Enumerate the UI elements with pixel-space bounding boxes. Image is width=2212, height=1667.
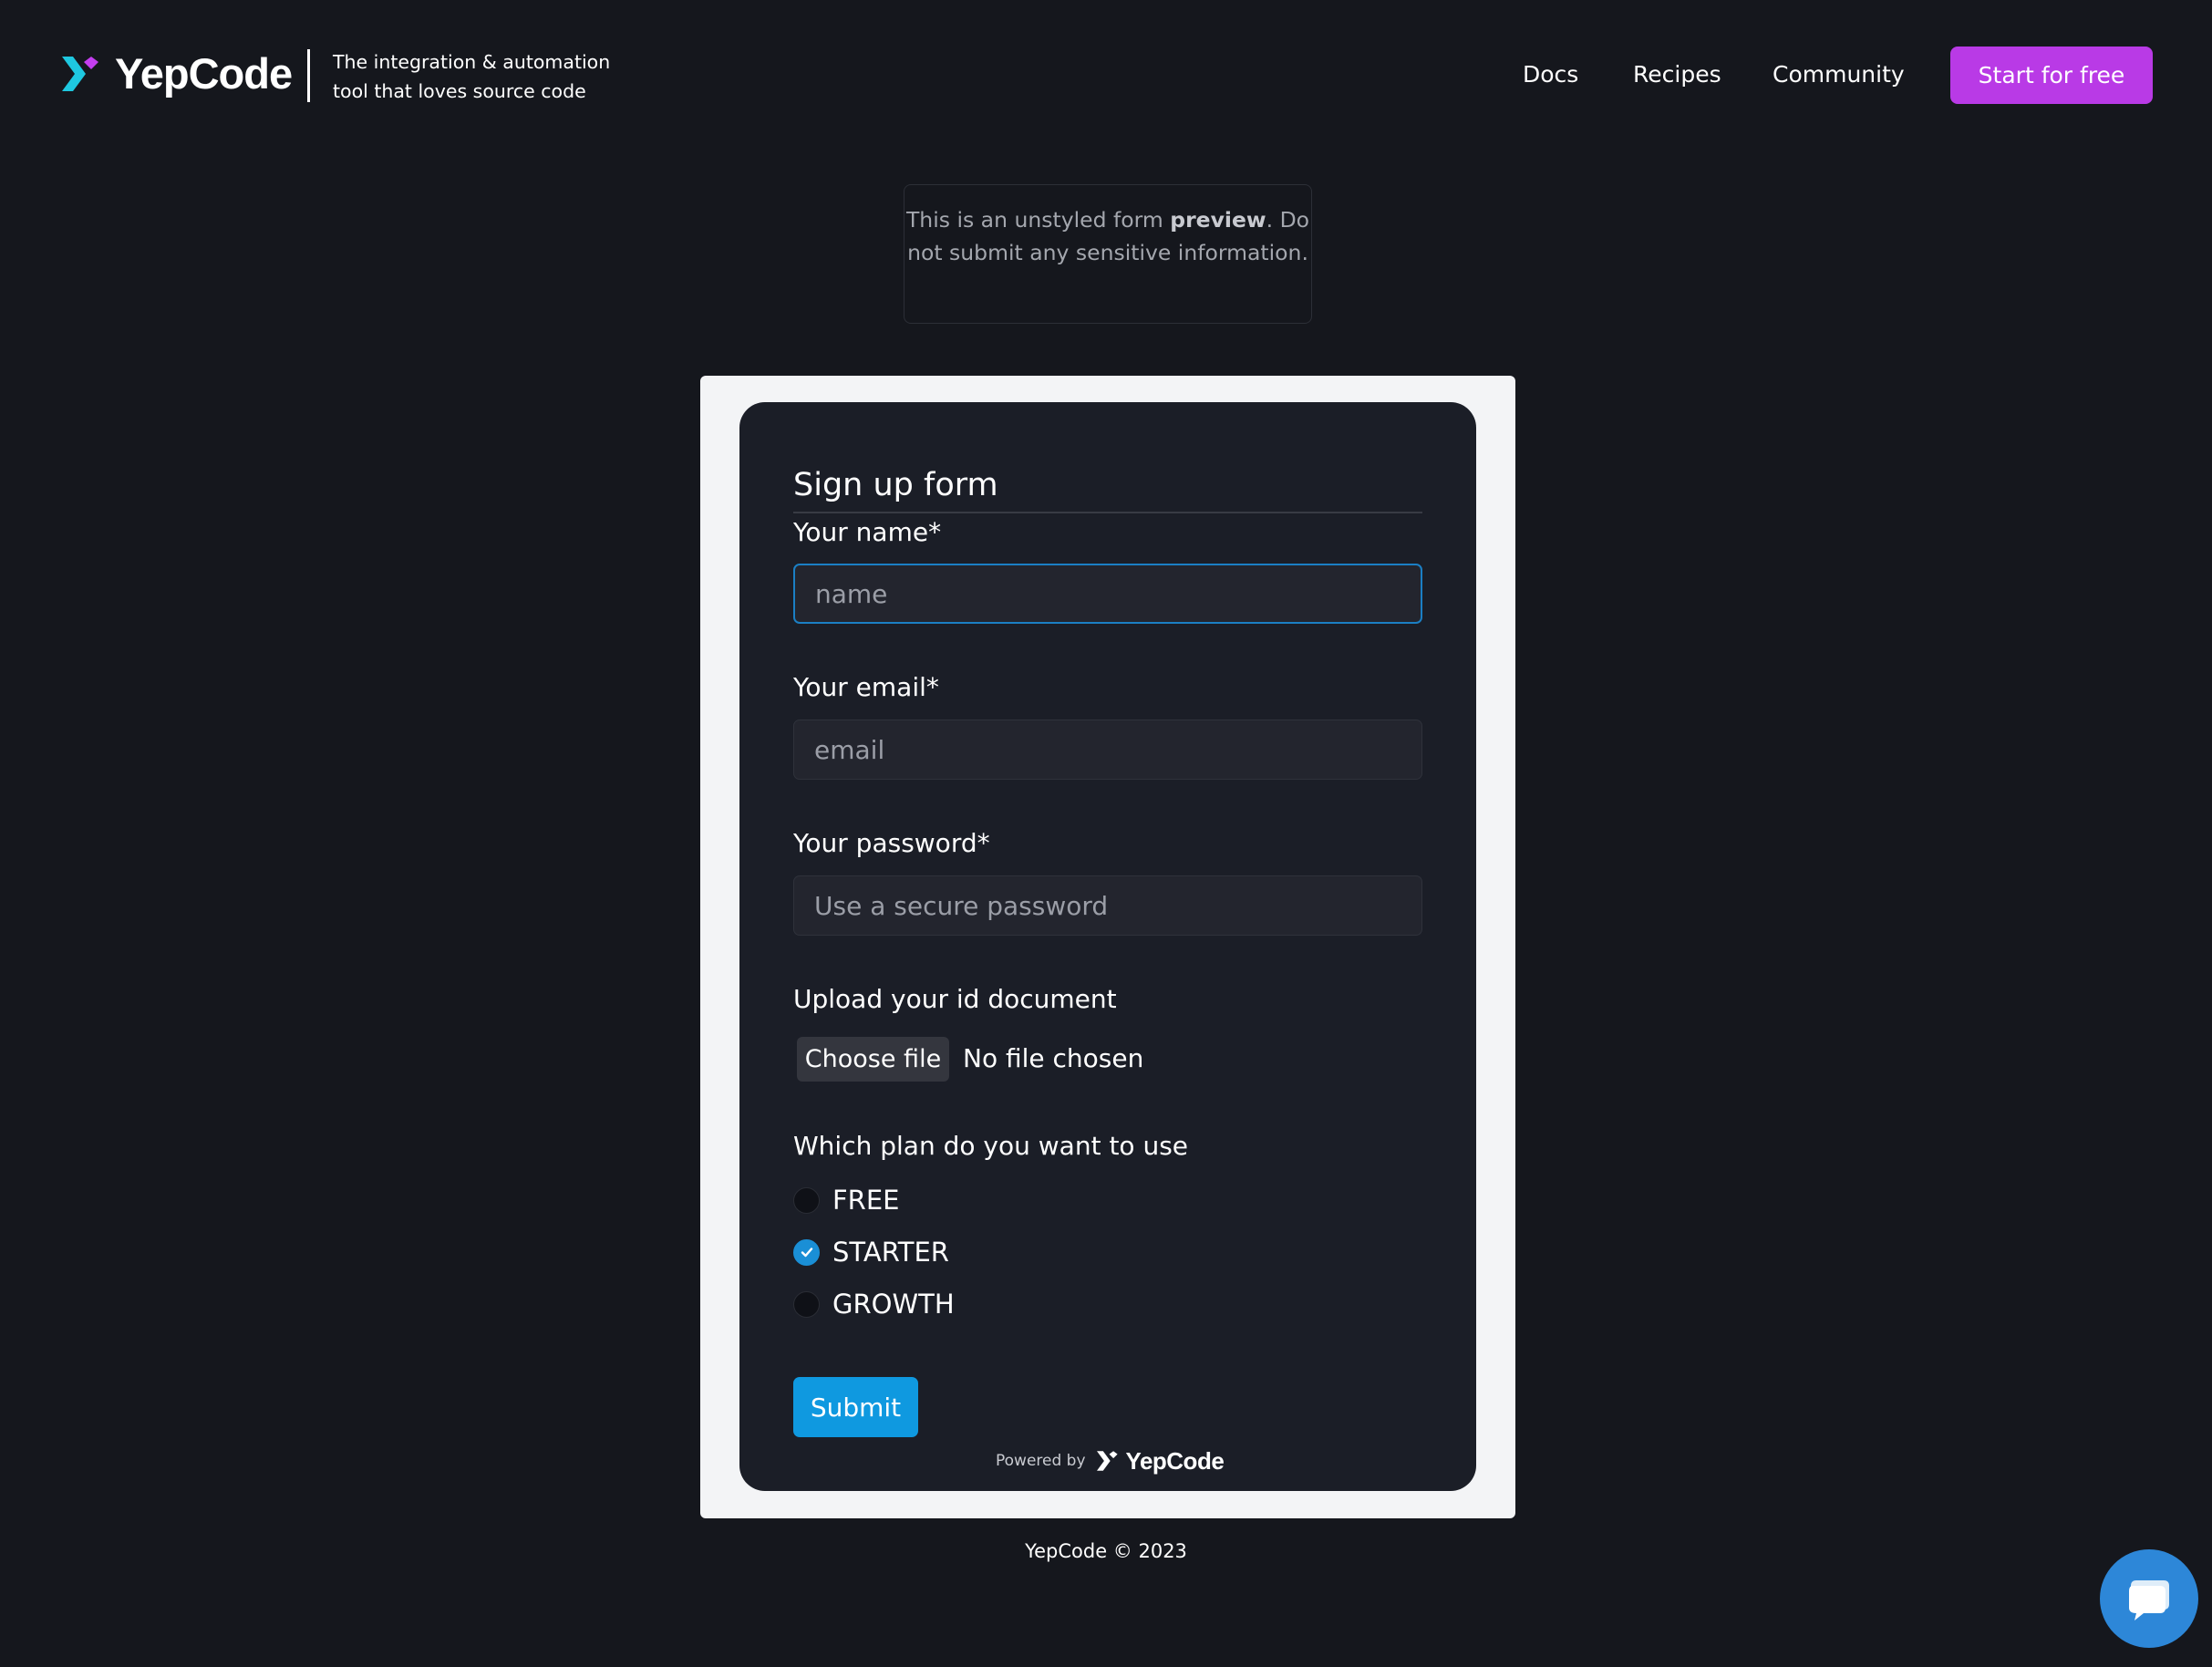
plan-radio-free[interactable] — [793, 1186, 820, 1214]
nav-recipes-link[interactable]: Recipes — [1633, 60, 1721, 89]
notice-prefix: This is an unstyled form — [905, 207, 1171, 233]
password-label: Your password* — [793, 828, 990, 858]
yepcode-logo-icon — [62, 57, 98, 91]
powered-by[interactable]: Powered by YepCode — [996, 1446, 1225, 1475]
preview-notice: This is an unstyled form preview. Do not… — [904, 184, 1312, 324]
top-header: YepCode The integration & automation too… — [0, 0, 2212, 150]
plan-option-free[interactable]: FREE — [793, 1184, 899, 1217]
plan-radio-growth[interactable] — [793, 1290, 820, 1318]
name-label: Your name* — [793, 517, 942, 547]
tagline-line-2: tool that loves source code — [333, 80, 586, 102]
check-icon — [801, 1248, 812, 1258]
brand-logo[interactable]: YepCode — [62, 49, 293, 98]
email-label: Your email* — [793, 672, 939, 702]
plan-radio-starter[interactable] — [793, 1238, 820, 1266]
plan-option-label: STARTER — [832, 1237, 949, 1268]
name-input[interactable] — [793, 564, 1422, 624]
footer-copyright: YepCode © 2023 — [1025, 1540, 1187, 1562]
yepcode-logo-icon — [1096, 1451, 1118, 1471]
nav-docs-link[interactable]: Docs — [1523, 60, 1578, 89]
powered-by-logo: YepCode — [1096, 1446, 1225, 1475]
brand-name: YepCode — [115, 49, 293, 98]
file-status: No file chosen — [963, 1043, 1144, 1073]
powered-by-brand: YepCode — [1125, 1446, 1225, 1475]
upload-label: Upload your id document — [793, 984, 1117, 1014]
tagline-line-1: The integration & automation — [333, 51, 611, 73]
plan-option-growth[interactable]: GROWTH — [793, 1288, 955, 1320]
form-title-divider — [793, 512, 1422, 513]
nav-community-link[interactable]: Community — [1773, 60, 1905, 89]
email-input[interactable] — [793, 720, 1422, 780]
chat-bubble-icon — [2129, 1580, 2169, 1620]
password-input[interactable] — [793, 875, 1422, 936]
choose-file-button[interactable]: Choose file — [797, 1037, 949, 1082]
plan-option-starter[interactable]: STARTER — [793, 1236, 949, 1268]
brand-tagline: The integration & automation tool that l… — [333, 47, 643, 106]
submit-button[interactable]: Submit — [793, 1377, 918, 1437]
powered-by-label: Powered by — [996, 1452, 1086, 1470]
chat-launcher-button[interactable] — [2100, 1549, 2198, 1648]
logo-divider — [307, 49, 310, 102]
notice-bold: preview — [1170, 207, 1266, 233]
form-title: Sign up form — [793, 467, 998, 503]
plan-option-label: GROWTH — [832, 1289, 955, 1320]
plan-label: Which plan do you want to use — [793, 1131, 1189, 1161]
start-for-free-button[interactable]: Start for free — [1950, 47, 2153, 104]
plan-option-label: FREE — [832, 1185, 900, 1216]
